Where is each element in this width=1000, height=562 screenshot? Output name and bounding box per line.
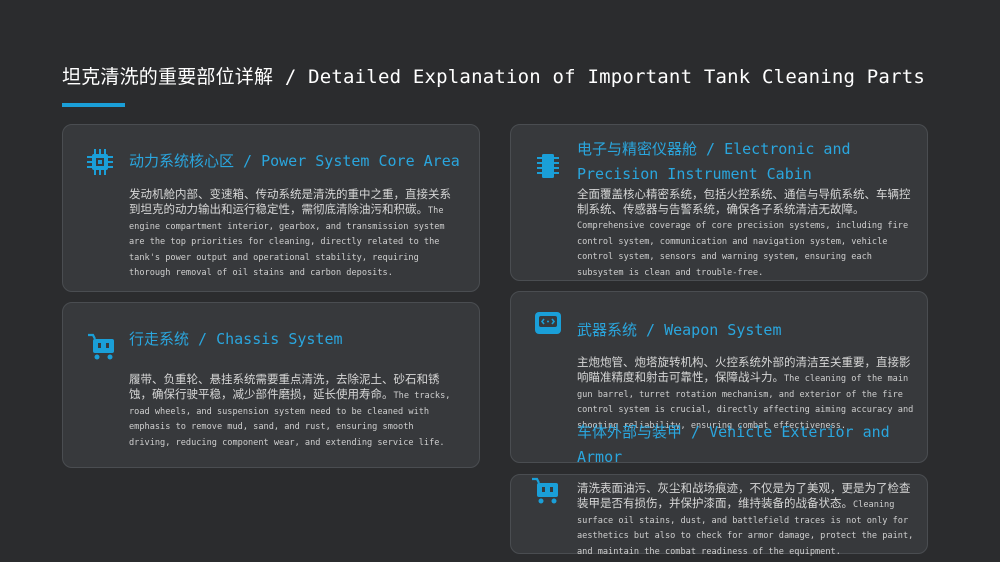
card-body-cn: 发动机舱内部、变速箱、传动系统是清洗的重中之重，直接关系到坦克的动力输出和运行稳… [129,187,451,216]
weapon-scanner-icon [535,312,561,334]
cpu-chip-icon [87,149,113,175]
card-body-cn: 全面覆盖核心精密系统，包括火控系统、通信与导航系统、车辆控制系统、传感器与告警系… [577,187,911,216]
card-title-weapon-system: 武器系统 / Weapon System [577,321,782,339]
shopping-cart-icon [88,333,114,360]
card-body-en: Comprehensive coverage of core precision… [577,221,909,278]
page-title: 坦克清洗的重要部位详解 / Detailed Explanation of Im… [62,66,925,88]
card-title-power-system: 动力系统核心区 / Power System Core Area [129,152,460,170]
card-title-electronic-cabin: 电子与精密仪器舱 / Electronic and Precision Inst… [577,140,851,183]
card-body-chassis-system: 履带、负重轮、悬挂系统需要重点清洗，去除泥土、砂石和锈蚀，确保行驶平稳，减少部件… [129,372,459,449]
card-body-power-system: 发动机舱内部、变速箱、传动系统是清洗的重中之重，直接关系到坦克的动力输出和运行稳… [129,187,459,280]
card-title-chassis-system: 行走系统 / Chassis System [129,330,343,348]
card-title-vehicle-exterior: 车体外部与装甲 / Vehicle Exterior and Armor [577,423,890,466]
card-body-electronic-cabin: 全面覆盖核心精密系统，包括火控系统、通信与导航系统、车辆控制系统、传感器与告警系… [577,187,915,279]
card-body-vehicle-exterior: 清洗表面油污、灰尘和战场痕迹，不仅是为了美观，更是为了检查装甲是否有损伤，并保护… [577,481,915,558]
shopping-cart-icon [532,477,558,504]
title-underline [62,103,125,107]
card-body-en: The engine compartment interior, gearbox… [129,206,445,278]
memory-chip-icon [537,154,559,178]
